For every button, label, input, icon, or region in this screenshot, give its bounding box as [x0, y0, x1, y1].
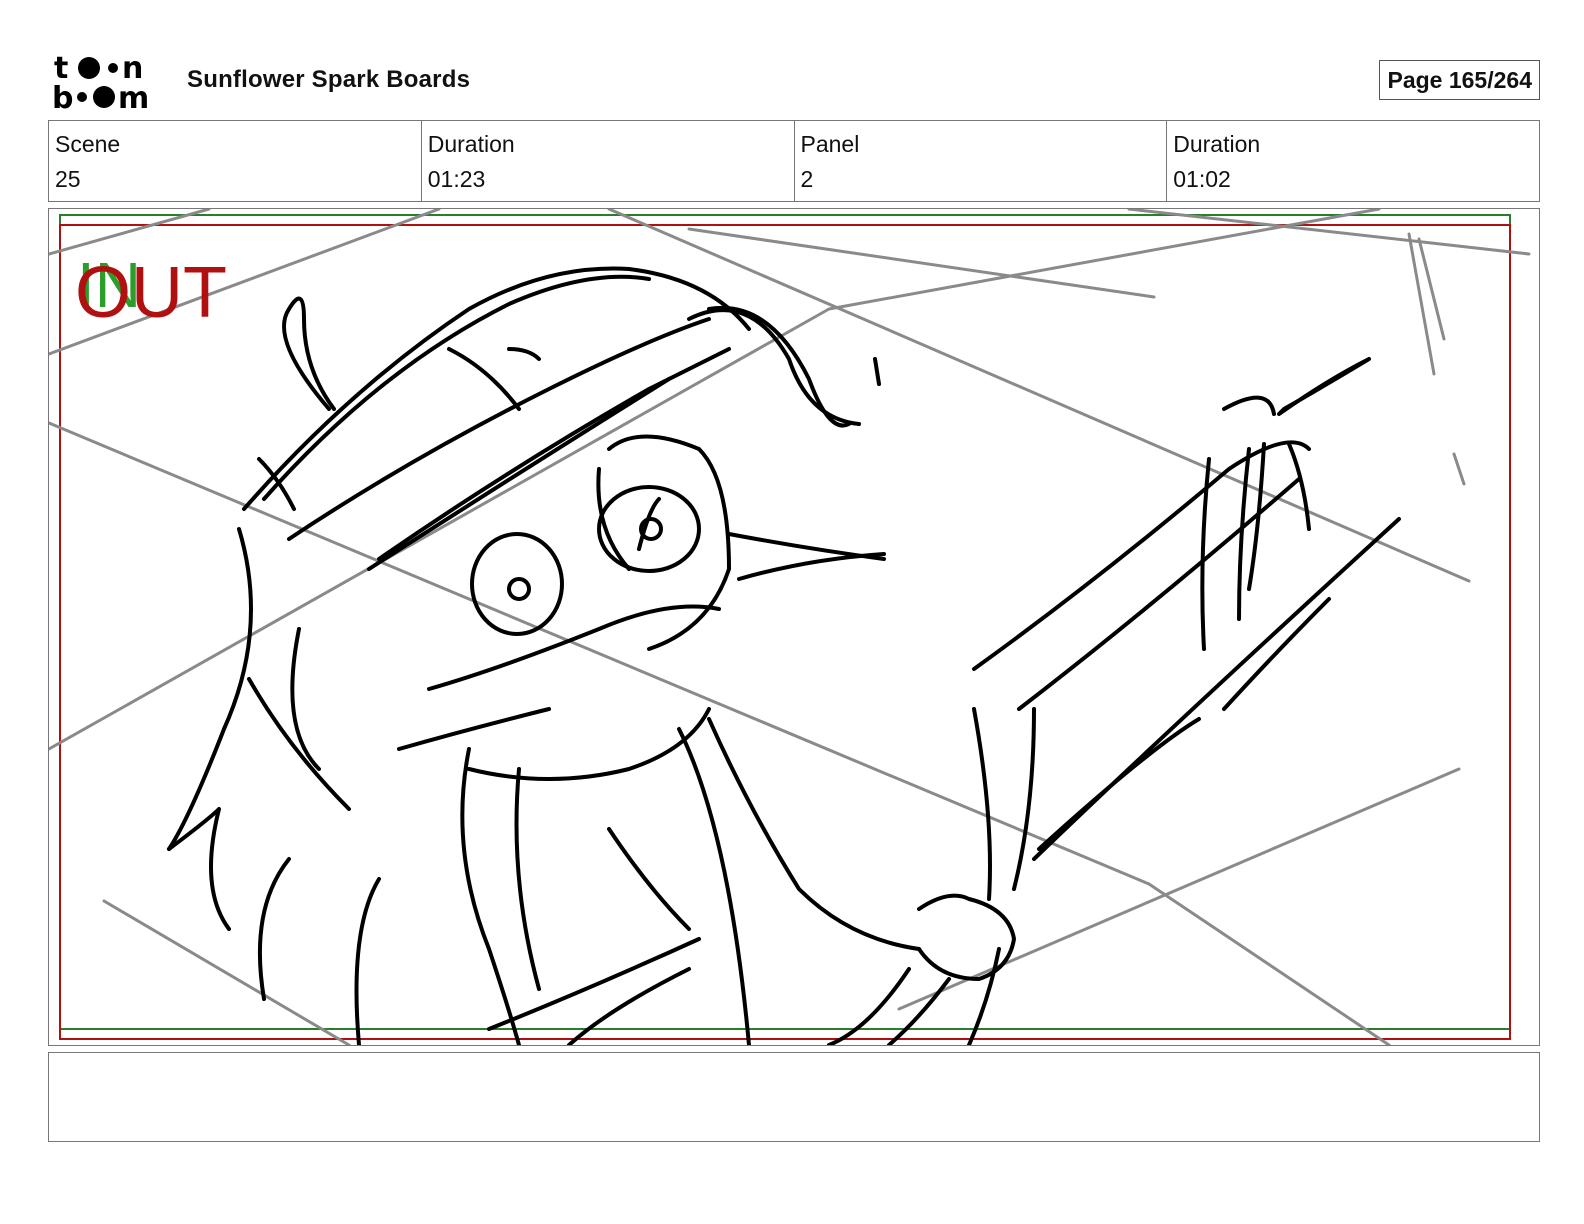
scene-duration-cell: Duration 01:23	[422, 121, 795, 201]
panel-notes[interactable]	[48, 1052, 1540, 1142]
scene-value: 25	[55, 166, 81, 192]
panel-label: Panel	[800, 131, 860, 157]
project-title: Sunflower Spark Boards	[187, 66, 471, 93]
scene-duration-label: Duration	[427, 131, 515, 157]
scene-duration-value: 01:23	[427, 166, 486, 192]
out-marker: OUT	[75, 253, 227, 333]
scene-info-table: Scene 25 Duration 01:23 Panel 2 Duration…	[48, 120, 1540, 202]
panel-duration-value: 01:02	[1173, 166, 1231, 192]
character-sketch-icon: IN OUT	[49, 209, 1531, 1045]
out-frame-guide	[59, 224, 1511, 1040]
scene-label: Scene	[55, 131, 121, 157]
panel-value: 2	[800, 166, 814, 192]
panel-duration-cell: Duration 01:02	[1167, 121, 1539, 201]
panel-duration-label: Duration	[1173, 131, 1261, 157]
svg-text:m: m	[118, 81, 149, 112]
in-frame-guide	[59, 214, 1511, 1030]
scene-cell: Scene 25	[49, 121, 422, 201]
board-header: t n b m Sunflower Spark Boards Page 165/…	[52, 51, 1540, 116]
svg-text:b: b	[52, 81, 73, 112]
toon-boom-logo: t n b m	[52, 51, 164, 116]
storyboard-panel[interactable]: IN OUT	[48, 208, 1540, 1046]
panel-cell: Panel 2	[795, 121, 1168, 201]
page-indicator: Page 165/264	[1379, 60, 1540, 100]
